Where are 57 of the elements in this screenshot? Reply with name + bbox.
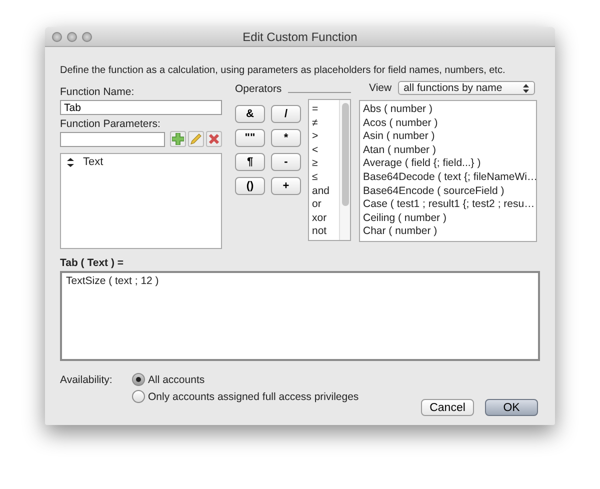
function-parameters-label: Function Parameters: <box>60 118 162 130</box>
view-dropdown[interactable]: all functions by name <box>398 81 535 95</box>
formula-editor[interactable]: TextSize ( text ; 12 ) <box>60 271 540 361</box>
function-item[interactable]: Base64Decode ( text {; fileNameWi… <box>363 170 536 185</box>
add-button[interactable] <box>170 131 186 147</box>
parameter-field[interactable] <box>60 132 165 146</box>
operator-item[interactable]: ≠ <box>312 116 339 130</box>
view-label: View <box>369 82 392 94</box>
operator-item[interactable]: ≤ <box>312 170 339 185</box>
function-name-field[interactable]: Tab <box>60 100 222 115</box>
function-item[interactable]: Char ( number ) <box>363 225 536 239</box>
radio-button[interactable] <box>132 373 145 386</box>
operator-button[interactable]: () <box>235 177 265 195</box>
cross-icon <box>208 133 220 145</box>
pencil-icon <box>190 133 202 145</box>
function-item[interactable]: Ceiling ( number ) <box>363 212 536 226</box>
ok-button[interactable]: OK <box>485 399 538 416</box>
delete-button[interactable] <box>206 131 222 147</box>
operator-button[interactable]: + <box>271 177 301 195</box>
operator-item[interactable]: and <box>312 184 339 198</box>
cancel-button[interactable]: Cancel <box>421 399 474 416</box>
operator-button[interactable]: "" <box>235 129 265 147</box>
plus-icon <box>172 133 184 145</box>
availability-label: Availability: <box>60 374 114 388</box>
function-name-label: Function Name: <box>60 86 136 98</box>
operator-button[interactable]: / <box>271 105 301 123</box>
reorder-icon <box>67 158 74 166</box>
radio-label[interactable]: All accounts <box>148 374 205 386</box>
operator-item[interactable]: < <box>312 144 339 158</box>
function-item[interactable]: Abs ( number ) <box>363 103 536 117</box>
radio-button[interactable] <box>132 390 145 403</box>
operator-item[interactable]: > <box>312 130 339 144</box>
description-text: Define the function as a calculation, using parameters as placeholders for field names, numbers, etc. <box>60 65 506 76</box>
function-item[interactable]: Acos ( number ) <box>363 116 536 130</box>
edit-button[interactable] <box>188 131 204 147</box>
radio-label[interactable]: Only accounts assigned full access privileges <box>148 390 359 402</box>
operator-item[interactable]: ≥ <box>312 157 339 171</box>
function-item[interactable]: Case ( test1 ; result1 {; test2 ; resu… <box>363 198 536 212</box>
function-item[interactable]: Average ( field {; field...} ) <box>363 157 536 171</box>
operator-item[interactable]: or <box>312 198 339 212</box>
operator-button[interactable]: ¶ <box>235 153 265 171</box>
operator-button[interactable]: & <box>235 105 265 123</box>
function-item[interactable]: Base64Encode ( sourceField ) <box>363 184 536 198</box>
operator-item[interactable]: not <box>312 225 339 239</box>
formula-label: Tab ( Text ) = <box>60 257 124 269</box>
parameter-item[interactable]: Text <box>83 156 104 168</box>
scrollbar[interactable] <box>339 100 350 240</box>
operator-button[interactable]: - <box>271 153 301 171</box>
updown-arrow-icon <box>522 84 529 92</box>
operator-item[interactable]: xor <box>312 212 339 226</box>
operator-item[interactable]: = <box>312 103 339 117</box>
window-title: Edit Custom Function <box>242 30 358 44</box>
formula-text: TextSize ( text ; 12 ) <box>66 275 159 287</box>
operators-label: Operators <box>235 83 282 95</box>
function-item[interactable]: Asin ( number ) <box>363 130 536 144</box>
operator-button[interactable]: * <box>271 129 301 147</box>
function-item[interactable]: Atan ( number ) <box>363 144 536 158</box>
